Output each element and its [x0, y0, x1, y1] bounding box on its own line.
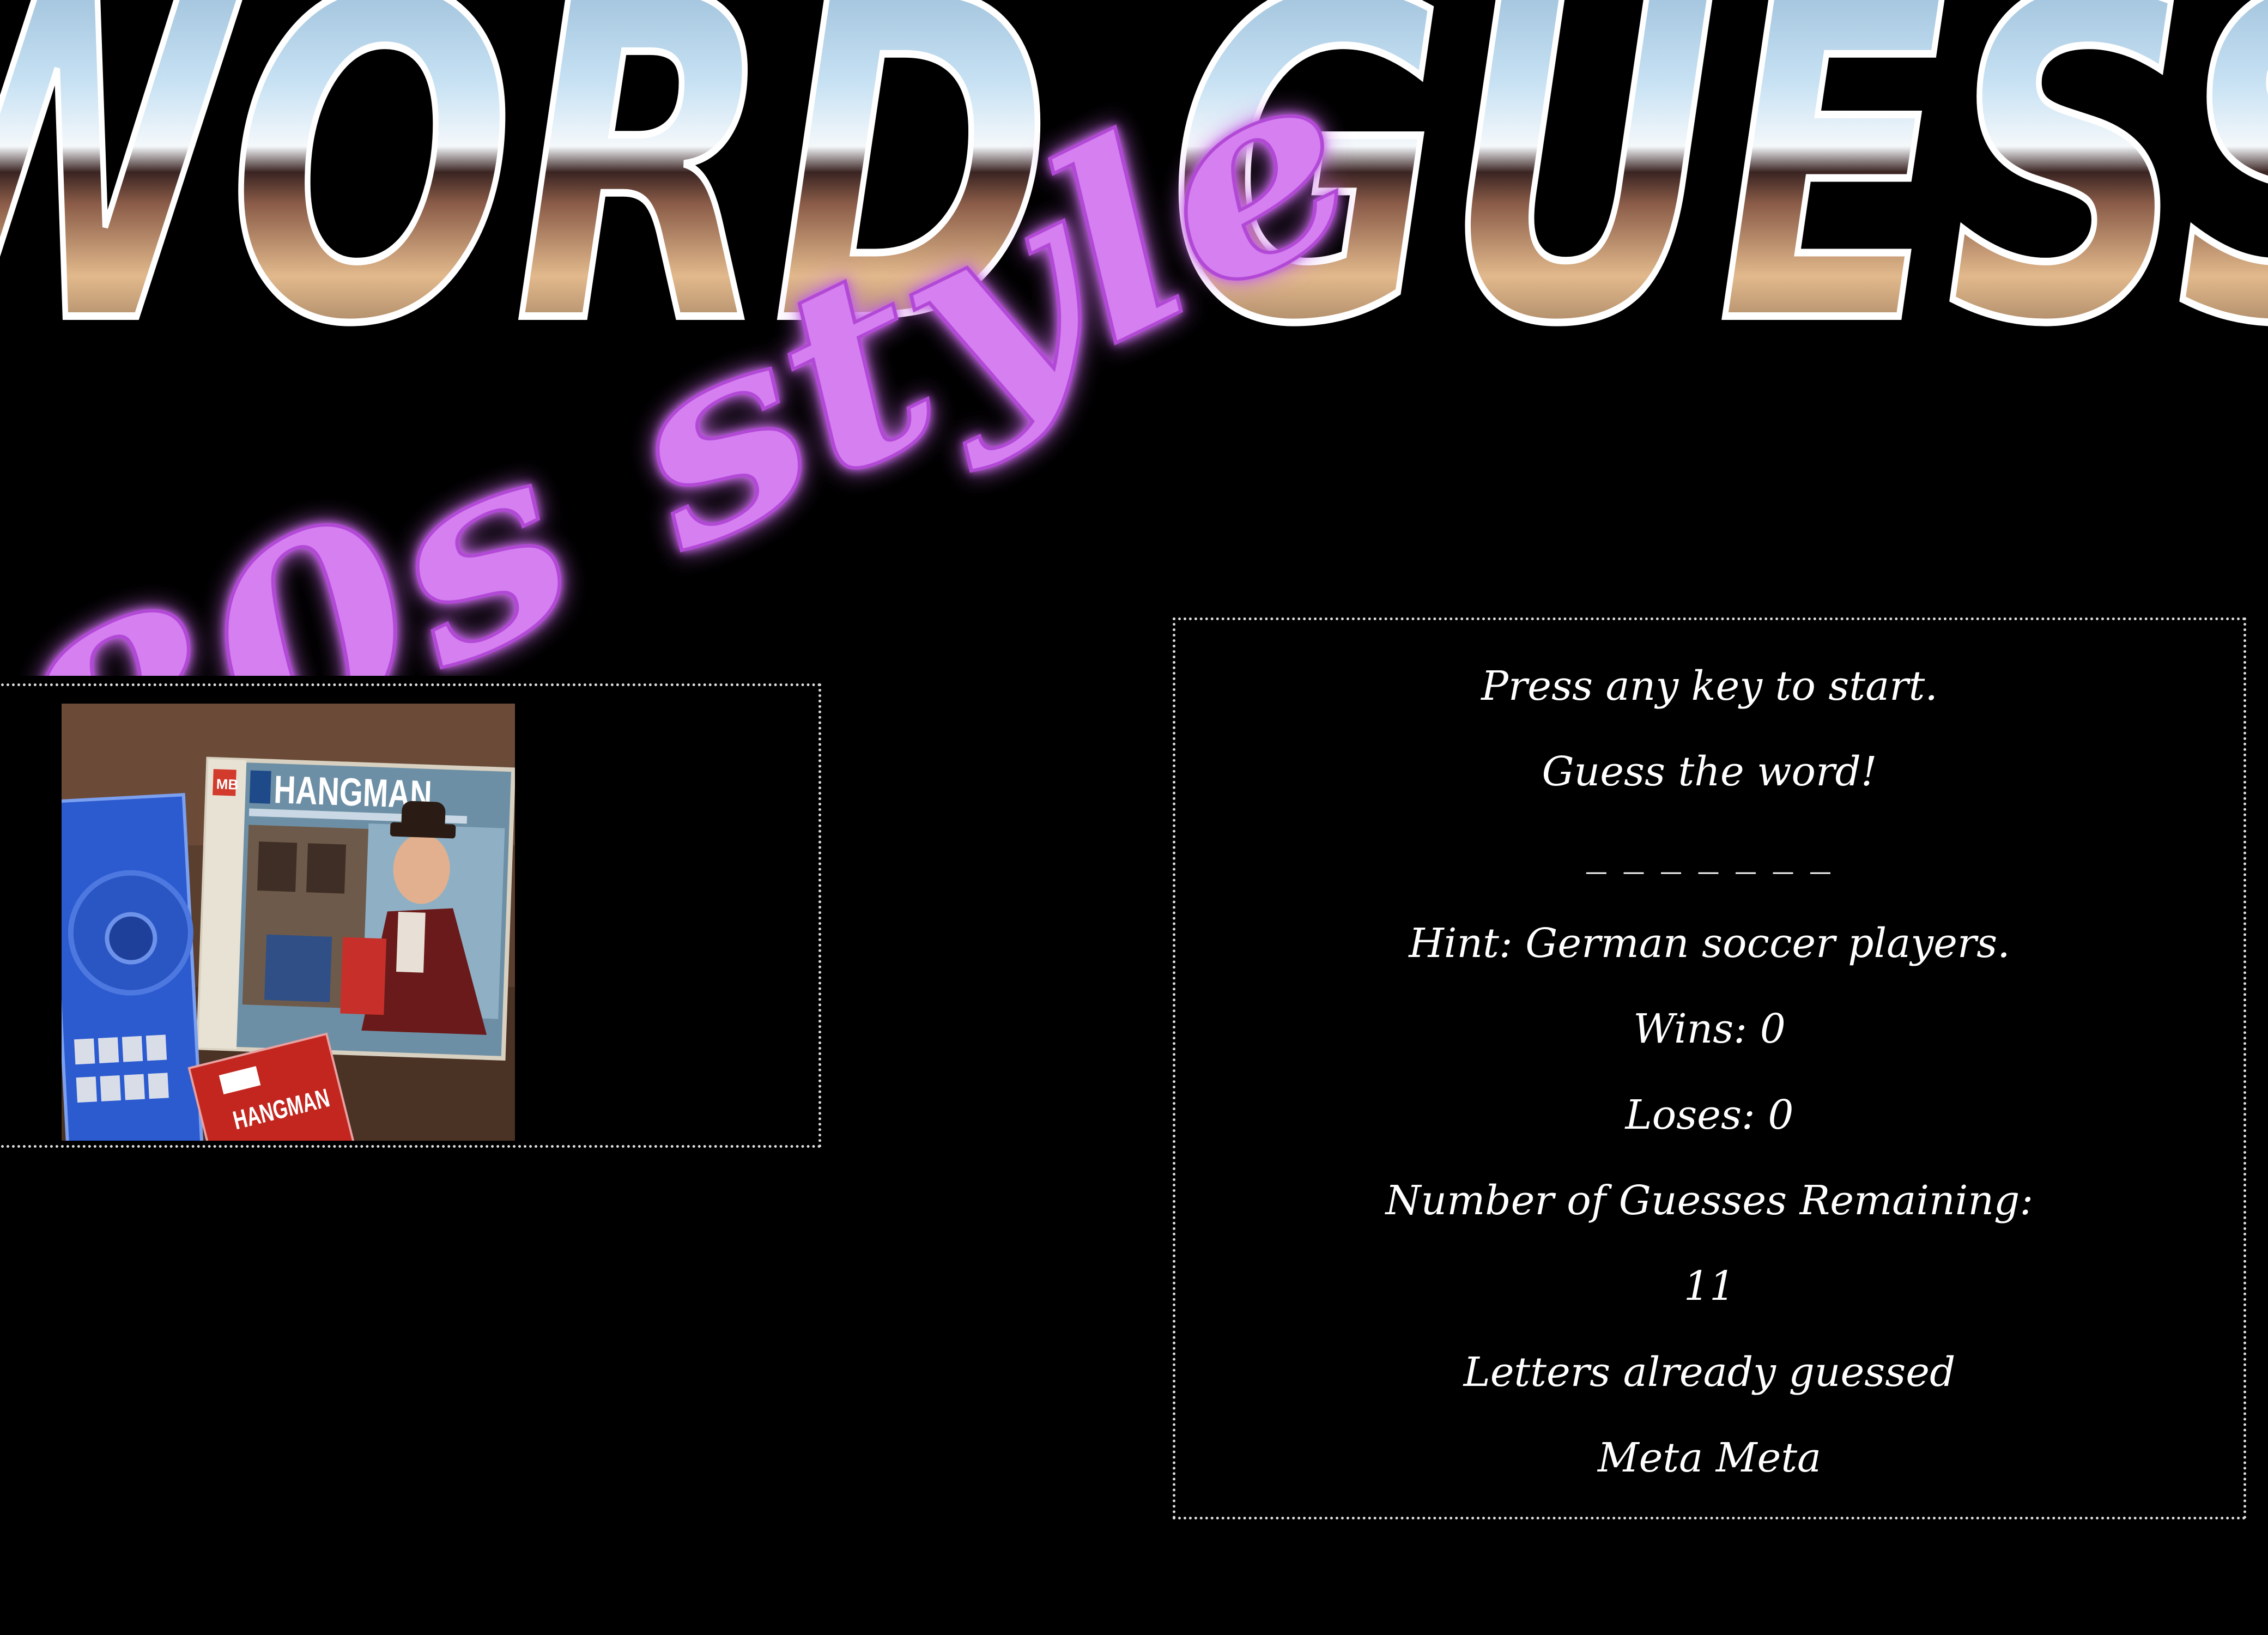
guesses-remaining-label: Number of Guesses Remaining:: [1385, 1177, 2034, 1224]
wins-counter: Wins: 0: [1633, 1006, 1786, 1052]
letters-guessed-value: Meta Meta: [1597, 1434, 1822, 1481]
loses-counter: Loses: 0: [1625, 1092, 1794, 1139]
logo-graphic: WORD GUESS 80s style: [0, 0, 2268, 676]
image-panel: MB HANGMAN HANGMAN: [0, 683, 821, 1148]
hint-text: Hint: German soccer players.: [1409, 920, 2010, 967]
game-panel: Press any key to start. Guess the word! …: [1173, 617, 2246, 1519]
start-prompt: Press any key to start.: [1481, 663, 1938, 710]
hangman-photo: MB HANGMAN HANGMAN: [62, 704, 515, 1141]
guesses-remaining-value: 11: [1683, 1263, 1736, 1310]
game-logo: WORD GUESS 80s style: [0, 0, 2268, 676]
word-blanks: _ _ _ _ _ _ _: [1586, 827, 1833, 874]
box-brand-text: MB: [216, 776, 238, 792]
hangman-box-art: MB HANGMAN HANGMAN: [62, 704, 515, 1141]
instruction-text: Guess the word!: [1542, 748, 1877, 795]
letters-guessed-label: Letters already guessed: [1463, 1349, 1956, 1396]
